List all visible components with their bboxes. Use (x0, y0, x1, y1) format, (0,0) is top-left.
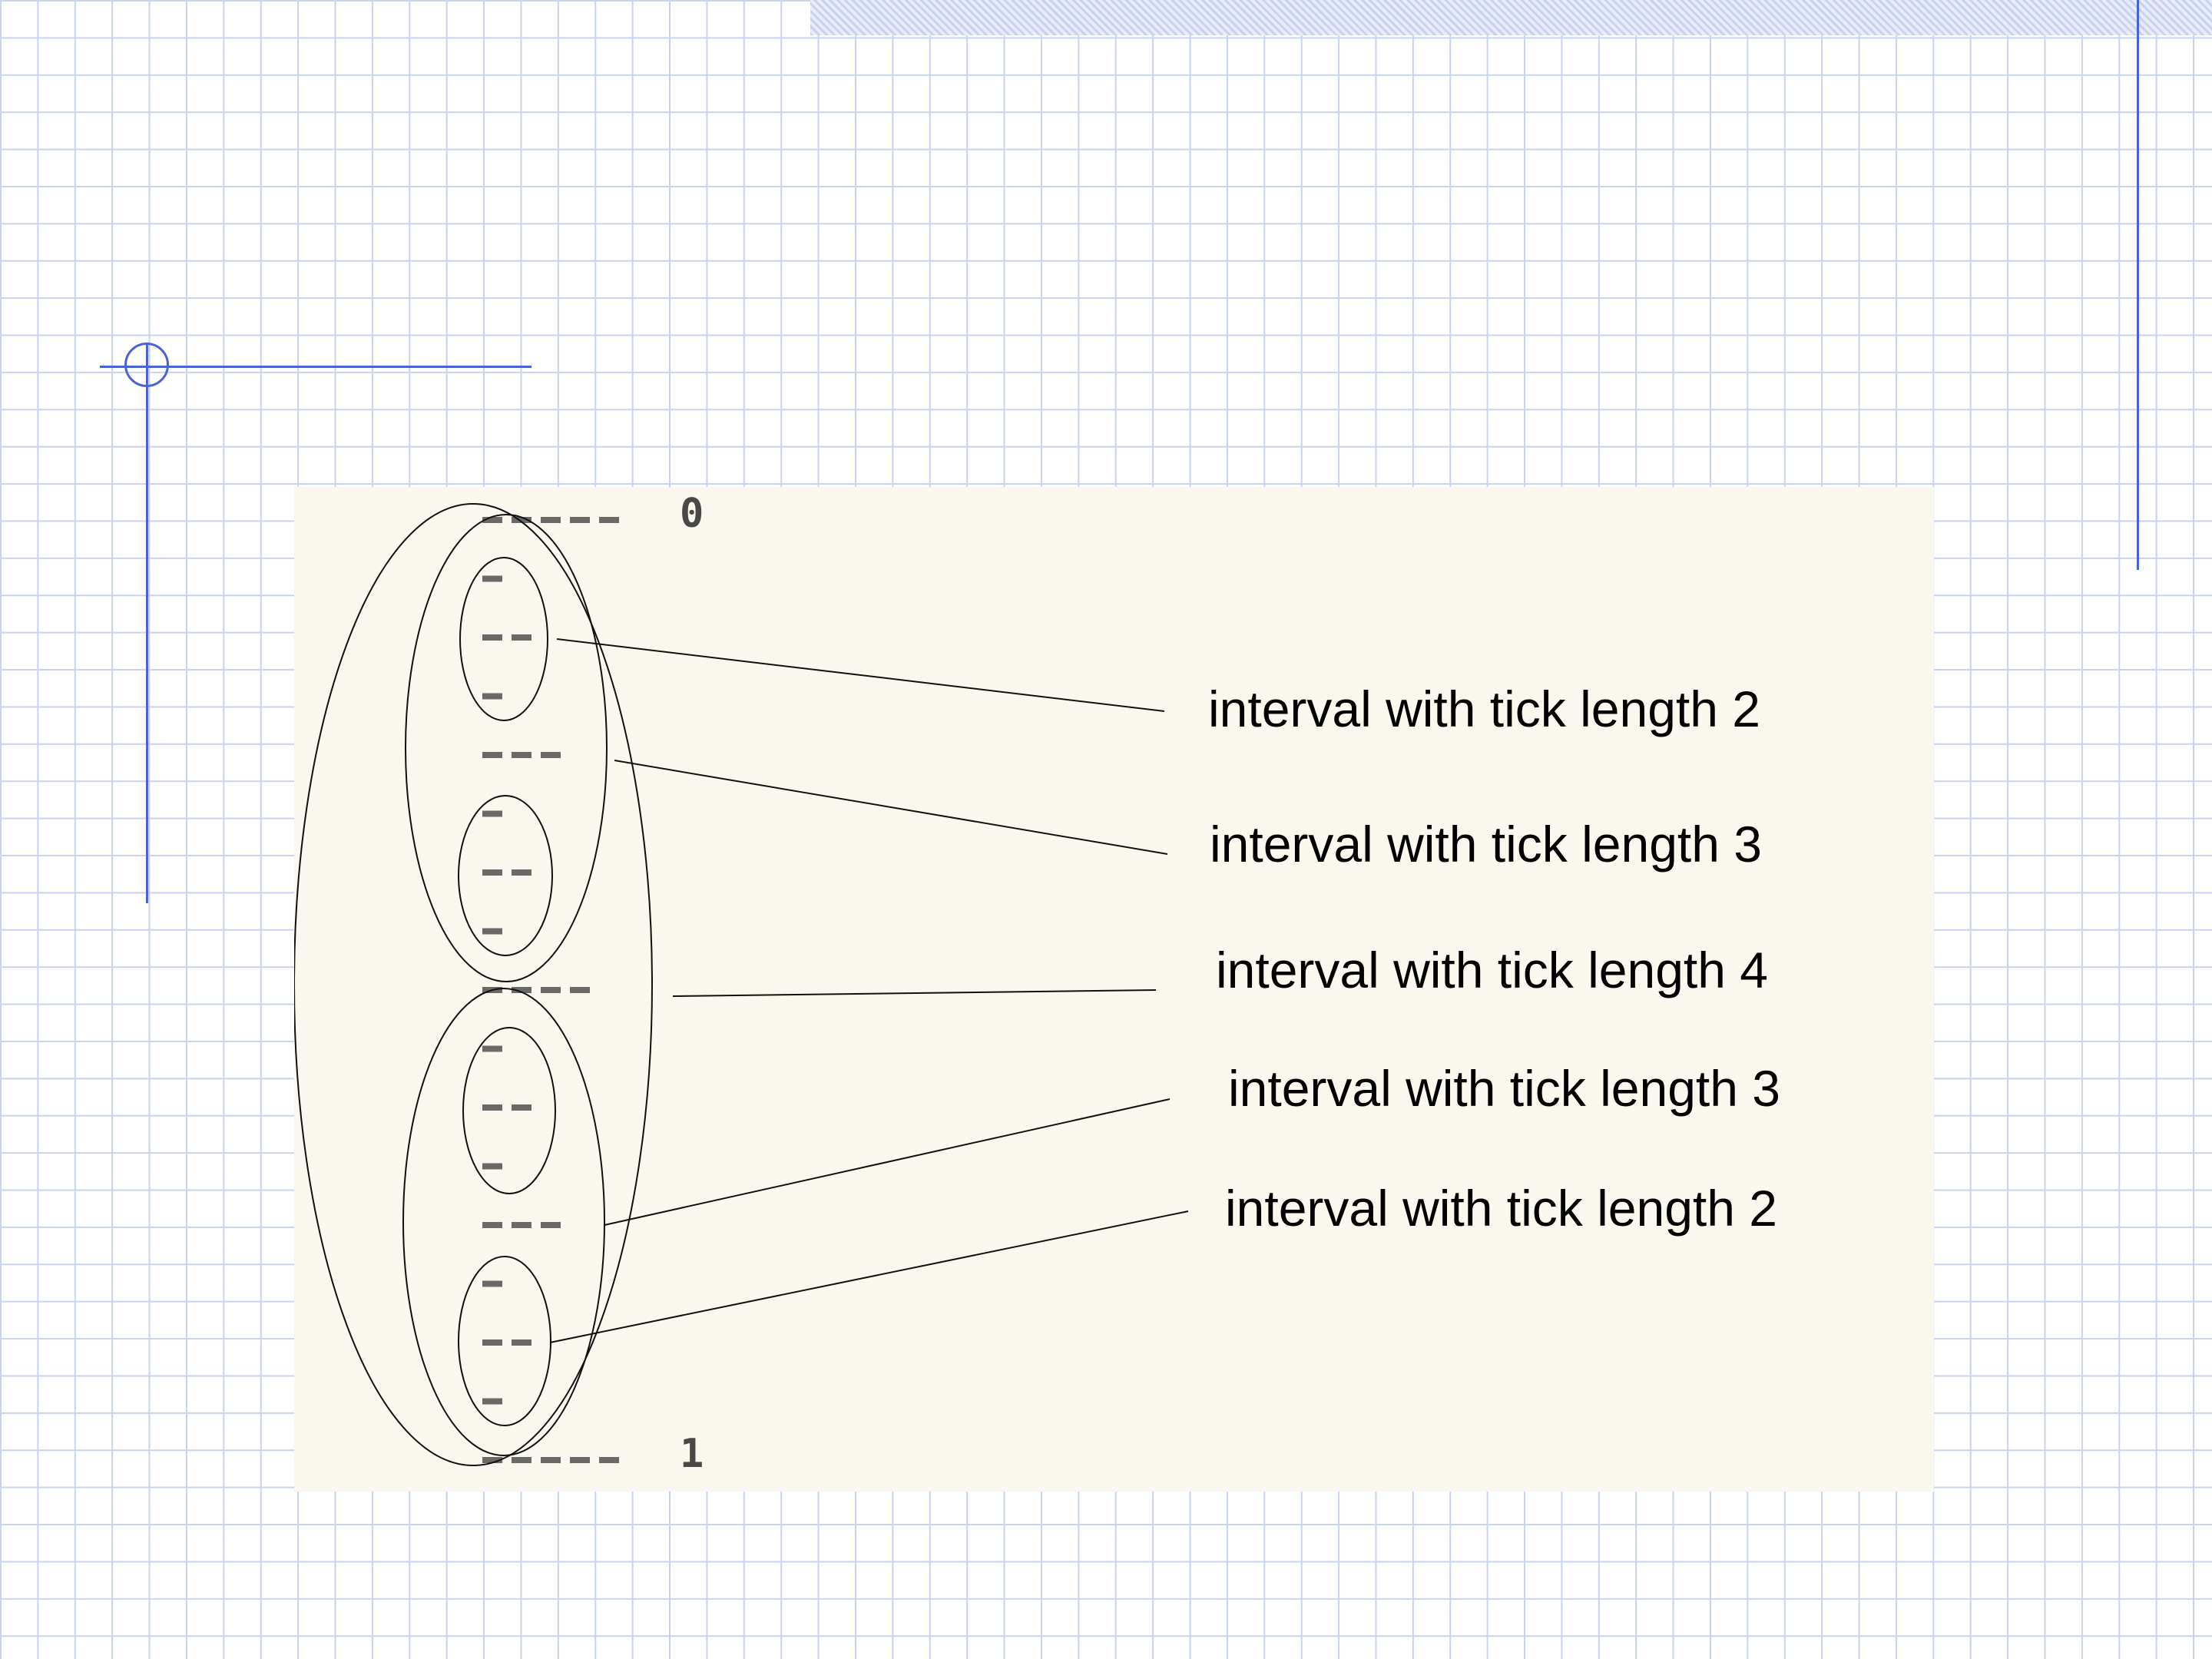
ruler-ticks (482, 517, 619, 1463)
callout-label-5: interval with tick length 2 (1225, 1180, 1778, 1237)
interval-ellipse-4 (458, 1256, 551, 1426)
leader-line-2 (614, 760, 1168, 855)
leader-line-3 (672, 989, 1157, 997)
ruler-diagram-panel: 0 1 interval with tick length 2 interval… (294, 487, 1934, 1492)
interval-ellipse-1 (459, 557, 548, 721)
lower-interval-ellipse (402, 988, 605, 1456)
outer-interval-ellipse (294, 503, 653, 1466)
interval-ellipse-3 (462, 1027, 556, 1194)
callout-label-3: interval with tick length 4 (1216, 942, 1769, 998)
leader-line-4 (604, 1098, 1171, 1226)
left-vertical-rule (146, 343, 148, 903)
interval-ellipse-2 (458, 795, 553, 956)
callout-label-4: interval with tick length 3 (1228, 1060, 1781, 1117)
leader-line-5 (549, 1210, 1189, 1343)
top-pattern-band (810, 0, 2212, 35)
callout-label-1: interval with tick length 2 (1208, 680, 1761, 737)
upper-interval-ellipse (405, 514, 608, 982)
ruler-start-label: 0 (680, 491, 704, 537)
ruler-end-label: 1 (680, 1431, 704, 1477)
callout-label-2: interval with tick length 3 (1210, 816, 1763, 873)
top-right-vertical-rule (2137, 0, 2139, 570)
leader-line-1 (556, 638, 1165, 712)
corner-circle-ornament (124, 343, 169, 387)
